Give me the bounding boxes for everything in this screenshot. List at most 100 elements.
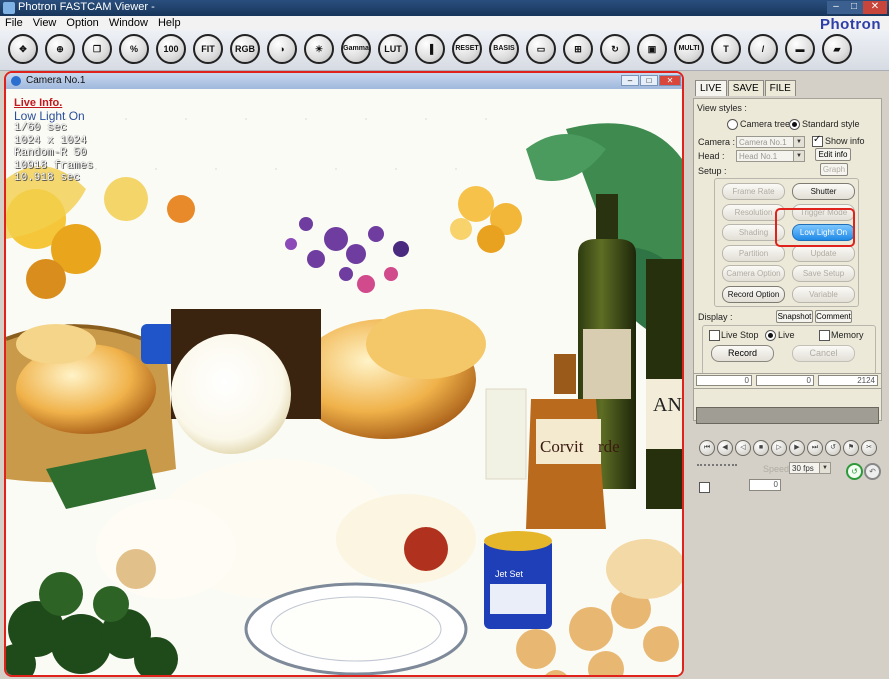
live-info-frames: 10918 frames xyxy=(14,159,94,172)
fps-select[interactable]: 30 fps ▼ xyxy=(789,462,831,474)
record-button[interactable]: Record xyxy=(711,345,774,362)
label-rde: rde xyxy=(598,437,620,456)
minimize-button[interactable]: – xyxy=(827,1,845,14)
live-stop-checkbox[interactable] xyxy=(709,330,720,341)
camera-close-button[interactable]: ✕ xyxy=(659,75,681,86)
contrast-icon[interactable]: ◑ xyxy=(267,34,297,64)
loop-icon[interactable]: ↺ xyxy=(846,463,863,480)
tab-live[interactable]: LIVE xyxy=(695,80,727,96)
graph-button[interactable]: Graph xyxy=(820,163,848,176)
split-icon[interactable]: ⊞ xyxy=(563,34,593,64)
brightness-icon[interactable]: ☀ xyxy=(304,34,334,64)
standard-style-radio[interactable] xyxy=(789,119,800,130)
copy-icon[interactable]: ❐ xyxy=(82,34,112,64)
zoom-100-icon[interactable]: 100 xyxy=(156,34,186,64)
step-back-icon[interactable]: ◀ xyxy=(717,440,733,456)
tab-save[interactable]: SAVE xyxy=(727,80,764,96)
highlight-low-light xyxy=(775,208,855,247)
menu-option[interactable]: Option xyxy=(61,16,103,30)
frame-range-slider[interactable]: 0 0 2124 xyxy=(693,373,882,389)
start-frame-field[interactable]: 0 xyxy=(696,375,752,386)
camera-live-view[interactable]: AN Corvit rde Jet Set Live Info. Low Lig… xyxy=(6,89,682,675)
current-frame-field[interactable]: 0 xyxy=(756,375,814,386)
playback-progress-bar[interactable] xyxy=(696,407,879,424)
close-button[interactable]: ✕ xyxy=(863,1,887,14)
camera-window-title: Camera No.1 xyxy=(26,75,86,86)
show-info-label: Show info xyxy=(825,136,865,146)
trigger-icon[interactable]: T xyxy=(711,34,741,64)
play-back-icon[interactable]: ◁ xyxy=(735,440,751,456)
bookmark-icon[interactable]: ⚑ xyxy=(843,440,859,456)
reset-icon[interactable]: RESET xyxy=(452,34,482,64)
comment-button[interactable]: Comment xyxy=(815,310,852,323)
menu-file[interactable]: File xyxy=(0,16,28,30)
camera-window[interactable]: Camera No.1 – □ ✕ AN Corvit rde Jet Set … xyxy=(4,71,684,677)
setup-button-partition[interactable]: Partition xyxy=(722,244,785,262)
title-bar: Photron FASTCAM Viewer - – □ ✕ xyxy=(0,0,889,16)
camera-select[interactable]: Camera No.1 ▼ xyxy=(736,136,805,148)
zoom-in-icon[interactable]: ⊕ xyxy=(45,34,75,64)
control-panel: LIVE SAVE FILE View styles : Camera tree S… xyxy=(689,71,887,677)
snapshot-button[interactable]: Snapshot xyxy=(776,310,813,323)
multi-lock-icon[interactable]: MULTI xyxy=(674,34,704,64)
setup-button-update[interactable]: Update xyxy=(792,244,855,262)
camera-icon xyxy=(11,76,21,86)
maximize-button[interactable]: □ xyxy=(845,1,863,14)
menu-help[interactable]: Help xyxy=(153,16,186,30)
menu-view[interactable]: View xyxy=(28,16,62,30)
standard-style-label: Standard style xyxy=(802,119,860,129)
lut-reset-icon[interactable]: LUT xyxy=(378,34,408,64)
to-start-icon[interactable]: ⏮ xyxy=(699,440,715,456)
live-radio[interactable] xyxy=(765,330,776,341)
setup-button-shutter[interactable]: Shutter xyxy=(792,183,855,200)
live-info-shutter: 1/60 sec xyxy=(14,122,67,134)
color-bars-icon[interactable]: ▐ xyxy=(415,34,445,64)
camera-tree-radio[interactable] xyxy=(727,119,738,130)
setup-button-save-setup[interactable]: Save Setup xyxy=(792,265,855,282)
stop-icon[interactable]: ■ xyxy=(753,440,769,456)
setup-button-camera-option[interactable]: Camera Option xyxy=(722,265,785,282)
memory-checkbox[interactable] xyxy=(819,330,830,341)
move-icon[interactable]: ✥ xyxy=(8,34,38,64)
camera-maximize-button[interactable]: □ xyxy=(640,75,658,86)
fit-icon[interactable]: FIT xyxy=(193,34,223,64)
setup-button-variable[interactable]: Variable xyxy=(792,285,855,303)
repeat-icon[interactable]: ↺ xyxy=(825,440,841,456)
return-icon[interactable]: ↶ xyxy=(864,463,881,480)
step-forward-icon[interactable]: ▶ xyxy=(789,440,805,456)
display-icon[interactable]: ▬ xyxy=(785,34,815,64)
setup-button-record-option[interactable]: Record Option xyxy=(722,285,785,303)
percent-icon[interactable]: % xyxy=(119,34,149,64)
camera-window-titlebar: Camera No.1 – □ ✕ xyxy=(6,73,682,90)
rgb-icon[interactable]: RGB xyxy=(230,34,260,64)
sync-checkbox[interactable] xyxy=(699,482,710,493)
label-corvit: Corvit xyxy=(540,437,584,456)
app-icon xyxy=(3,2,15,14)
eraser-icon[interactable]: ▰ xyxy=(822,34,852,64)
end-frame-field[interactable]: 2124 xyxy=(818,375,878,386)
view-styles-label: View styles : xyxy=(697,103,747,113)
memory-label: Memory xyxy=(831,330,864,340)
cancel-button[interactable]: Cancel xyxy=(792,345,855,362)
menu-window[interactable]: Window xyxy=(104,16,153,30)
play-icon[interactable]: ▷ xyxy=(771,440,787,456)
camera-minimize-button[interactable]: – xyxy=(621,75,639,86)
label-an: AN xyxy=(653,394,682,416)
show-info-checkbox[interactable] xyxy=(812,134,823,147)
edit-info-button[interactable]: Edit info xyxy=(815,148,851,161)
speed-scale[interactable] xyxy=(697,464,737,466)
refresh-icon[interactable]: ↻ xyxy=(600,34,630,64)
trim-icon[interactable]: ✂ xyxy=(861,440,877,456)
tab-file[interactable]: FILE xyxy=(764,80,796,96)
to-end-icon[interactable]: ⏭ xyxy=(807,440,823,456)
basis-icon[interactable]: BASIS xyxy=(489,34,519,64)
frame-step-field[interactable]: 0 xyxy=(749,479,781,491)
head-select[interactable]: Head No.1 ▼ xyxy=(736,150,805,162)
multi-window-icon[interactable]: ▣ xyxy=(637,34,667,64)
setup-button-frame-rate[interactable]: Frame Rate xyxy=(722,183,785,200)
rectangle-icon[interactable]: ▭ xyxy=(526,34,556,64)
pen-icon[interactable]: / xyxy=(748,34,778,64)
gamma-icon[interactable]: Gamma xyxy=(341,34,371,64)
chevron-down-icon: ▼ xyxy=(793,151,804,161)
camera-tree-label: Camera tree xyxy=(740,119,791,129)
